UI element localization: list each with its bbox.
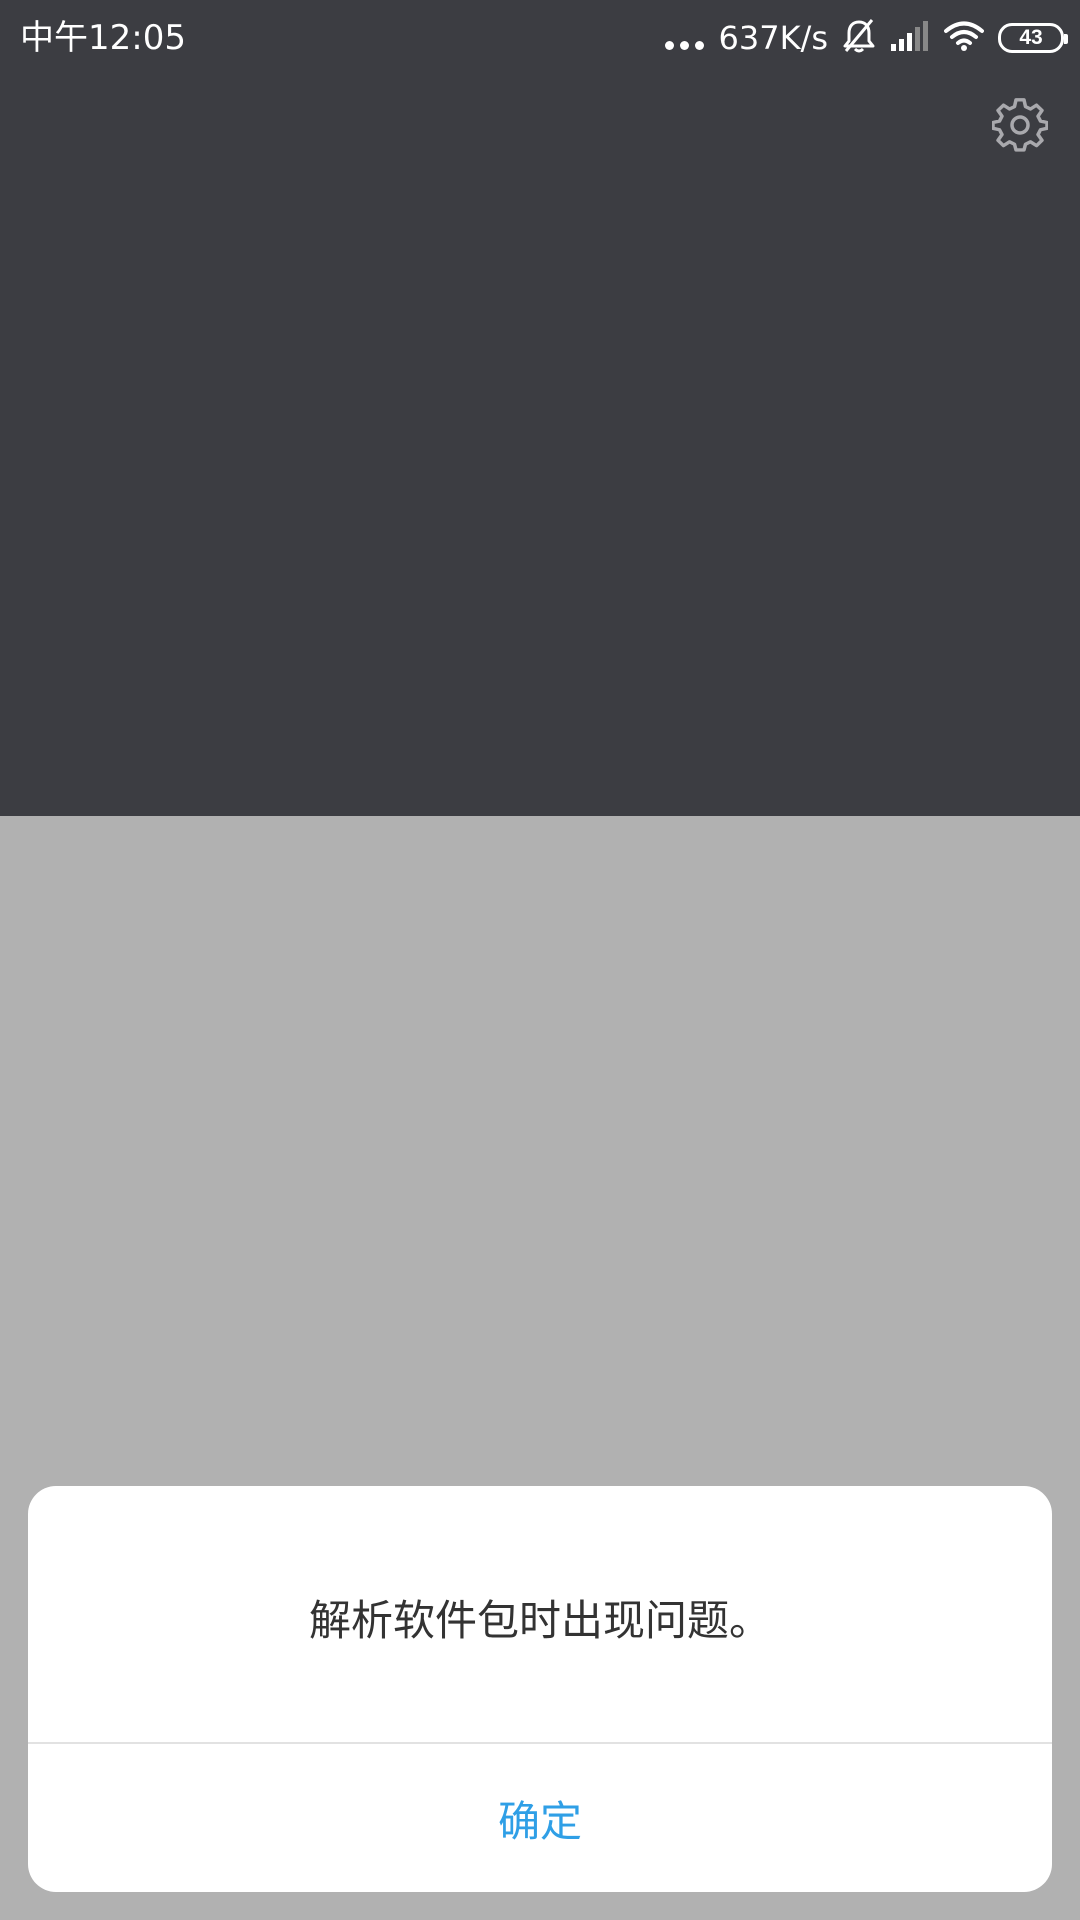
bell-muted-icon [842, 18, 876, 58]
battery-level: 43 [1019, 26, 1043, 49]
settings-button[interactable] [988, 96, 1052, 160]
app-screen: 中午12:05 637K/s 43 解析软件包时出现问题。 确定 [0, 0, 1080, 1920]
battery-icon: 43 [998, 23, 1068, 53]
status-bar: 中午12:05 637K/s 43 [0, 0, 1080, 76]
status-icons: 637K/s 43 [665, 14, 1068, 62]
signal-icon [890, 20, 930, 56]
error-dialog: 解析软件包时出现问题。 确定 [28, 1486, 1052, 1892]
gear-icon [991, 98, 1049, 158]
more-dots-icon [665, 40, 705, 50]
network-speed: 637K/s [718, 19, 828, 57]
confirm-button[interactable]: 确定 [28, 1744, 1052, 1892]
dialog-message: 解析软件包时出现问题。 [308, 1595, 771, 1645]
status-time: 中午12:05 [20, 18, 186, 58]
wifi-icon [944, 20, 984, 56]
